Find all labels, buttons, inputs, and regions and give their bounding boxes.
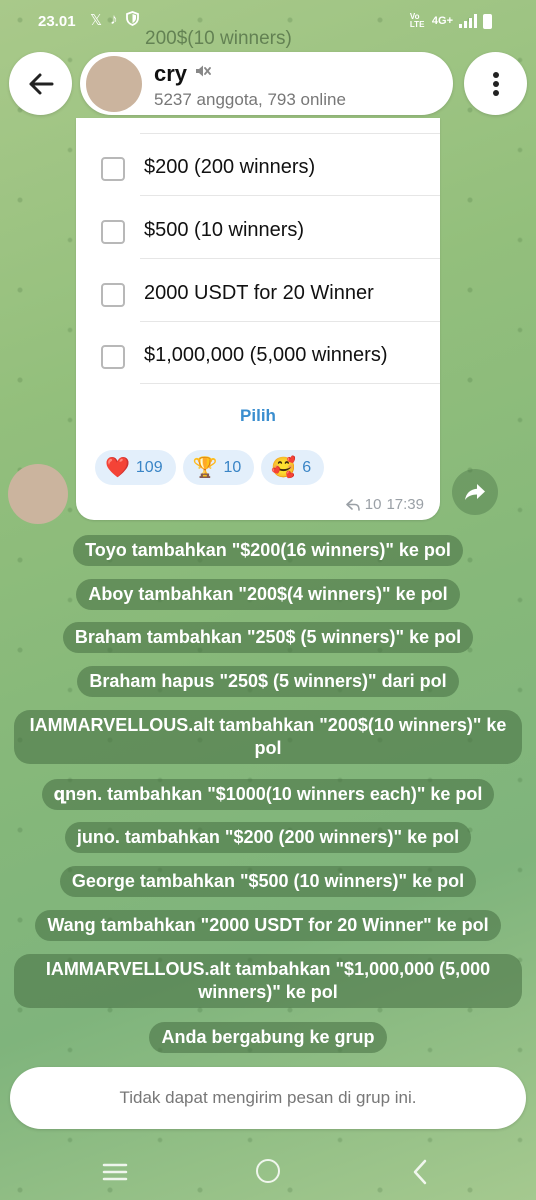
nav-back-icon[interactable] — [412, 1159, 428, 1185]
more-options-button[interactable] — [464, 52, 527, 115]
tiktok-icon: ♪ — [110, 11, 118, 28]
back-button[interactable] — [9, 52, 72, 115]
group-avatar[interactable] — [86, 56, 142, 112]
share-button[interactable] — [452, 469, 498, 515]
service-message-text: juno. tambahkan "$200 (200 winners)" ke … — [64, 822, 472, 853]
group-name: cry — [154, 61, 188, 86]
service-message: Wang tambahkan "2000 USDT for 20 Winner"… — [0, 910, 536, 941]
battery-icon — [483, 13, 492, 29]
recent-apps-icon[interactable] — [102, 1162, 128, 1182]
service-message-text: George tambahkan "$500 (10 winners)" ke … — [59, 866, 477, 897]
divider — [140, 258, 440, 259]
system-navigation-bar — [0, 1142, 536, 1200]
trophy-icon: 🏆 — [192, 456, 218, 479]
reaction-count: 109 — [135, 458, 163, 476]
service-message-text: IAMMARVELLOUS.alt tambahkan "$1,000,000 … — [14, 954, 522, 1008]
poll-checkbox[interactable] — [101, 220, 125, 244]
arrow-left-icon — [29, 73, 53, 94]
divider — [140, 383, 440, 384]
poll-checkbox[interactable] — [101, 157, 125, 181]
pinned-ghost-text: 200$(10 winners) — [145, 28, 292, 49]
sender-avatar[interactable] — [8, 464, 68, 524]
heart-icon: ❤️ — [105, 456, 130, 479]
reaction-smiling-hearts[interactable]: 🥰 6 — [261, 450, 325, 485]
smiling-face-hearts-icon: 🥰 — [271, 456, 297, 479]
service-message-text: Aboy tambahkan "200$(4 winners)" ke pol — [76, 579, 460, 610]
reaction-heart[interactable]: ❤️ 109 — [95, 450, 176, 485]
shield-icon — [125, 11, 139, 30]
poll-option[interactable]: $1,000,000 (5,000 winners) — [76, 322, 440, 384]
poll-option[interactable]: $500 (10 winners) — [76, 197, 440, 259]
group-member-count: 5237 anggota, 793 online — [154, 90, 346, 109]
service-message: Aboy tambahkan "200$(4 winners)" ke pol — [0, 579, 536, 610]
x-icon: 𝕏 — [90, 12, 103, 29]
service-message-text: զnɘn. tambahkan "$1000(10 winners each)"… — [41, 779, 495, 810]
service-message-text: Anda bergabung ke grup — [149, 1022, 387, 1053]
chat-header[interactable]: cry 5237 anggota, 793 online — [80, 52, 453, 115]
service-message: George tambahkan "$500 (10 winners)" ke … — [0, 866, 536, 897]
poll-option[interactable]: $200 (200 winners) — [76, 134, 440, 196]
volte-label: Vo LTE — [409, 12, 425, 29]
poll-checkbox[interactable] — [101, 283, 125, 307]
divider — [140, 195, 440, 196]
service-message: զnɘn. tambahkan "$1000(10 winners each)"… — [0, 779, 536, 810]
muted-icon — [196, 65, 211, 77]
message-time: 17:39 — [386, 496, 424, 513]
network-label: 4G+ — [431, 15, 453, 27]
service-message: Toyo tambahkan "$200(16 winners)" ke pol — [0, 535, 536, 566]
signal-icon — [459, 14, 477, 28]
service-message: IAMMARVELLOUS.alt tambahkan "$1,000,000 … — [0, 954, 536, 1008]
service-message: Anda bergabung ke grup — [0, 1022, 536, 1053]
more-vertical-icon — [492, 71, 499, 96]
share-arrow-icon — [465, 484, 485, 500]
forward-count: 10 — [364, 496, 382, 513]
reaction-count: 10 — [223, 458, 242, 476]
poll-option[interactable]: 2000 USDT for 20 Winner — [76, 260, 440, 322]
message-input-disabled: Tidak dapat mengirim pesan di grup ini. — [10, 1067, 526, 1129]
poll-submit-button[interactable]: Pilih — [76, 406, 440, 426]
status-time: 23.01 — [38, 13, 76, 30]
input-disabled-text: Tidak dapat mengirim pesan di grup ini. — [119, 1088, 417, 1107]
reaction-trophy[interactable]: 🏆 10 — [182, 450, 255, 485]
service-message: IAMMARVELLOUS.alt tambahkan "200$(10 win… — [0, 710, 536, 764]
poll-option-label: $200 (200 winners) — [144, 156, 316, 178]
reactions-row: ❤️ 109 🏆 10 🥰 6 — [95, 450, 325, 485]
poll-option-label: $500 (10 winners) — [144, 219, 305, 241]
service-message-text: IAMMARVELLOUS.alt tambahkan "200$(10 win… — [14, 710, 522, 764]
service-message-text: Braham tambahkan "250$ (5 winners)" ke p… — [62, 622, 474, 653]
service-message-text: Braham hapus "250$ (5 winners)" dari pol — [77, 666, 459, 697]
poll-option-label: $1,000,000 (5,000 winners) — [144, 344, 388, 366]
poll-message: $200 (200 winners) $500 (10 winners) 200… — [76, 118, 440, 520]
home-icon[interactable] — [256, 1159, 280, 1183]
service-message: Braham hapus "250$ (5 winners)" dari pol — [0, 666, 536, 697]
forward-count-icon — [345, 498, 360, 511]
poll-checkbox[interactable] — [101, 345, 125, 369]
poll-option-label: 2000 USDT for 20 Winner — [144, 282, 374, 304]
service-message: Braham tambahkan "250$ (5 winners)" ke p… — [0, 622, 536, 653]
reaction-count: 6 — [302, 458, 312, 476]
service-message-text: Toyo tambahkan "$200(16 winners)" ke pol — [73, 535, 463, 566]
service-message: juno. tambahkan "$200 (200 winners)" ke … — [0, 822, 536, 853]
service-message-text: Wang tambahkan "2000 USDT for 20 Winner"… — [35, 910, 501, 941]
message-meta: 10 17:39 — [345, 496, 424, 513]
